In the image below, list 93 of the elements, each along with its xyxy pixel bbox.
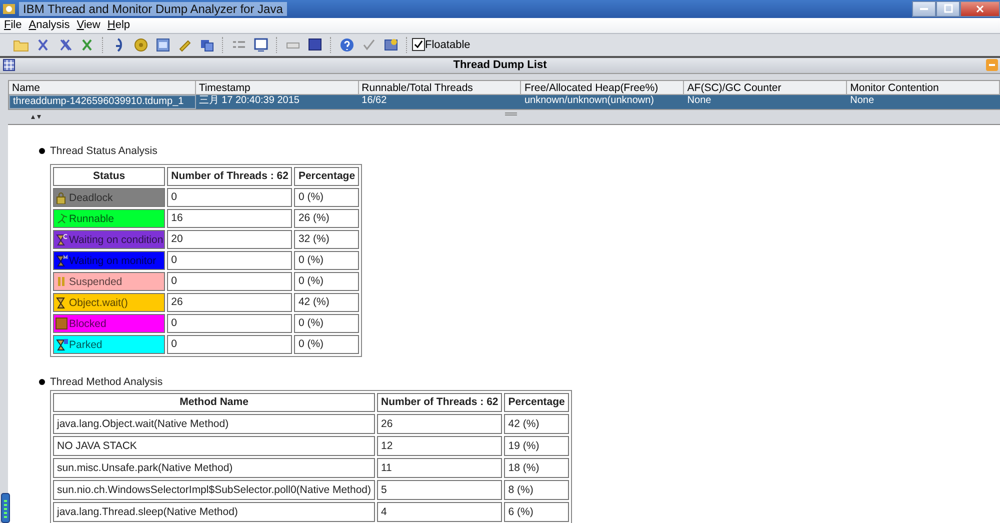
- window-icon[interactable]: [155, 36, 171, 53]
- table-cell: java.lang.Thread.sleep(Native Method): [53, 502, 375, 522]
- padlock-icon: [55, 190, 68, 204]
- table-cell: 18 (%): [504, 458, 569, 478]
- table-cell: 0: [167, 250, 292, 270]
- screen-icon[interactable]: [307, 36, 323, 53]
- column-header: Number of Threads : 62: [377, 392, 502, 412]
- table-cell: 42 (%): [504, 414, 569, 434]
- help-icon[interactable]: [339, 36, 355, 53]
- table-cell: threaddump-1426596039910.tdump_1: [9, 94, 196, 109]
- hourglass-icon: [55, 296, 68, 309]
- panel-title: Thread Dump List: [453, 59, 547, 72]
- close-icon: [976, 4, 984, 13]
- status-label: Waiting on condition: [69, 234, 164, 246]
- table-cell: 0 (%): [294, 314, 360, 333]
- table-cell: 26: [167, 292, 292, 312]
- status-label: Suspended: [69, 276, 122, 288]
- table-cell: 12: [377, 436, 502, 456]
- column-header: Percentage: [294, 166, 360, 186]
- table-cell: 0: [167, 272, 292, 291]
- column-header[interactable]: Name: [9, 80, 196, 95]
- monitor-icon[interactable]: [253, 36, 269, 53]
- gear-icon[interactable]: [133, 36, 149, 53]
- table-cell: 16: [167, 208, 292, 228]
- status-label: Deadlock: [69, 192, 113, 204]
- status-label: Blocked: [69, 318, 106, 330]
- table-cell: 0: [167, 188, 292, 207]
- column-header[interactable]: Runnable/Total Threads: [358, 80, 522, 95]
- column-header[interactable]: Monitor Contention: [847, 80, 1000, 95]
- minimize-button[interactable]: [912, 0, 936, 17]
- runner-icon: [55, 212, 68, 225]
- minimize-icon: [920, 8, 928, 10]
- column-header: Status: [53, 166, 166, 186]
- table-cell: 0: [167, 334, 292, 354]
- menu-item[interactable]: Analysis: [28, 19, 70, 32]
- square-icon: [55, 316, 68, 330]
- table-cell: 0 (%): [294, 250, 360, 270]
- status-label: Object.wait(): [69, 296, 128, 309]
- table-cell: 5: [377, 480, 502, 500]
- status-label: Runnable: [69, 212, 114, 225]
- table-cell: java.lang.Object.wait(Native Method): [53, 414, 375, 434]
- table-cell: 32 (%): [294, 230, 360, 249]
- section-heading: Thread Status Analysis: [50, 144, 158, 157]
- table-cell: NO JAVA STACK: [53, 436, 375, 456]
- table-cell-text: None: [849, 94, 876, 108]
- table-cell-text: 三月 17 20:40:39 2015: [198, 94, 300, 108]
- table-cell: 0 (%): [294, 188, 360, 207]
- check-icon[interactable]: [361, 36, 377, 53]
- close-button[interactable]: [960, 0, 1000, 17]
- dump-row[interactable]: threaddump-1426596039910.tdump_1 三月 17 20:40:39 2015 16/62 unknown/unknown(unknown) None None: [9, 94, 1000, 109]
- table-cell: 0: [167, 314, 292, 333]
- floatable-checkbox[interactable]: [412, 38, 425, 52]
- table-cell: 11: [377, 458, 502, 478]
- app-icon: [2, 2, 16, 16]
- grid-icon: [3, 58, 15, 71]
- menu-item[interactable]: File: [4, 19, 22, 32]
- hourglass-icon: [55, 254, 68, 267]
- collapse-arrows-icon[interactable]: [30, 114, 42, 120]
- table-cell-text: None: [686, 94, 712, 108]
- restore-icon: [944, 4, 952, 14]
- column-header[interactable]: Timestamp: [196, 80, 359, 95]
- hourglass-icon: [55, 338, 68, 351]
- table-cell: 6 (%): [504, 502, 569, 522]
- menu-item[interactable]: View: [76, 19, 100, 32]
- floatable-label: Floatable: [425, 38, 470, 51]
- status-label: Waiting on monitor: [69, 254, 156, 267]
- table-cell: 26 (%): [294, 208, 360, 228]
- table-cell: 19 (%): [504, 436, 569, 456]
- table-cell: sun.misc.Unsafe.park(Native Method): [53, 458, 375, 478]
- restore-button[interactable]: [936, 0, 960, 17]
- table-cell: 0 (%): [294, 334, 360, 354]
- table-cell: 0 (%): [294, 272, 360, 291]
- table-cell: 26: [377, 414, 502, 434]
- table-cell: 8 (%): [504, 480, 569, 500]
- table-cell: sun.nio.ch.WindowsSelectorImpl$SubSelector.poll0(Native Method): [53, 480, 375, 500]
- table-cell: 42 (%): [294, 292, 360, 312]
- table-cell: 4: [377, 502, 502, 522]
- table-cell-text: 16/62: [360, 94, 388, 108]
- hourglass-icon: [55, 232, 68, 246]
- table-cell-text: unknown/unknown(unknown): [523, 94, 655, 108]
- status-label: Parked: [69, 338, 102, 351]
- column-header: Method Name: [53, 392, 375, 412]
- column-header[interactable]: Free/Allocated Heap(Free%): [521, 80, 684, 95]
- table-cell: 20: [167, 230, 292, 249]
- column-header[interactable]: AF(SC)/GC Counter: [684, 80, 848, 95]
- image-icon[interactable]: [383, 36, 399, 53]
- column-header: Number of Threads : 62: [167, 166, 292, 186]
- window-title: IBM Thread and Monitor Dump Analyzer for Java: [19, 2, 287, 16]
- section-heading: Thread Method Analysis: [50, 376, 163, 388]
- gauge-icon: [1, 493, 10, 523]
- column-header: Percentage: [504, 392, 569, 412]
- menu-item[interactable]: Help: [107, 19, 130, 32]
- splitter-grip-icon[interactable]: [505, 112, 517, 116]
